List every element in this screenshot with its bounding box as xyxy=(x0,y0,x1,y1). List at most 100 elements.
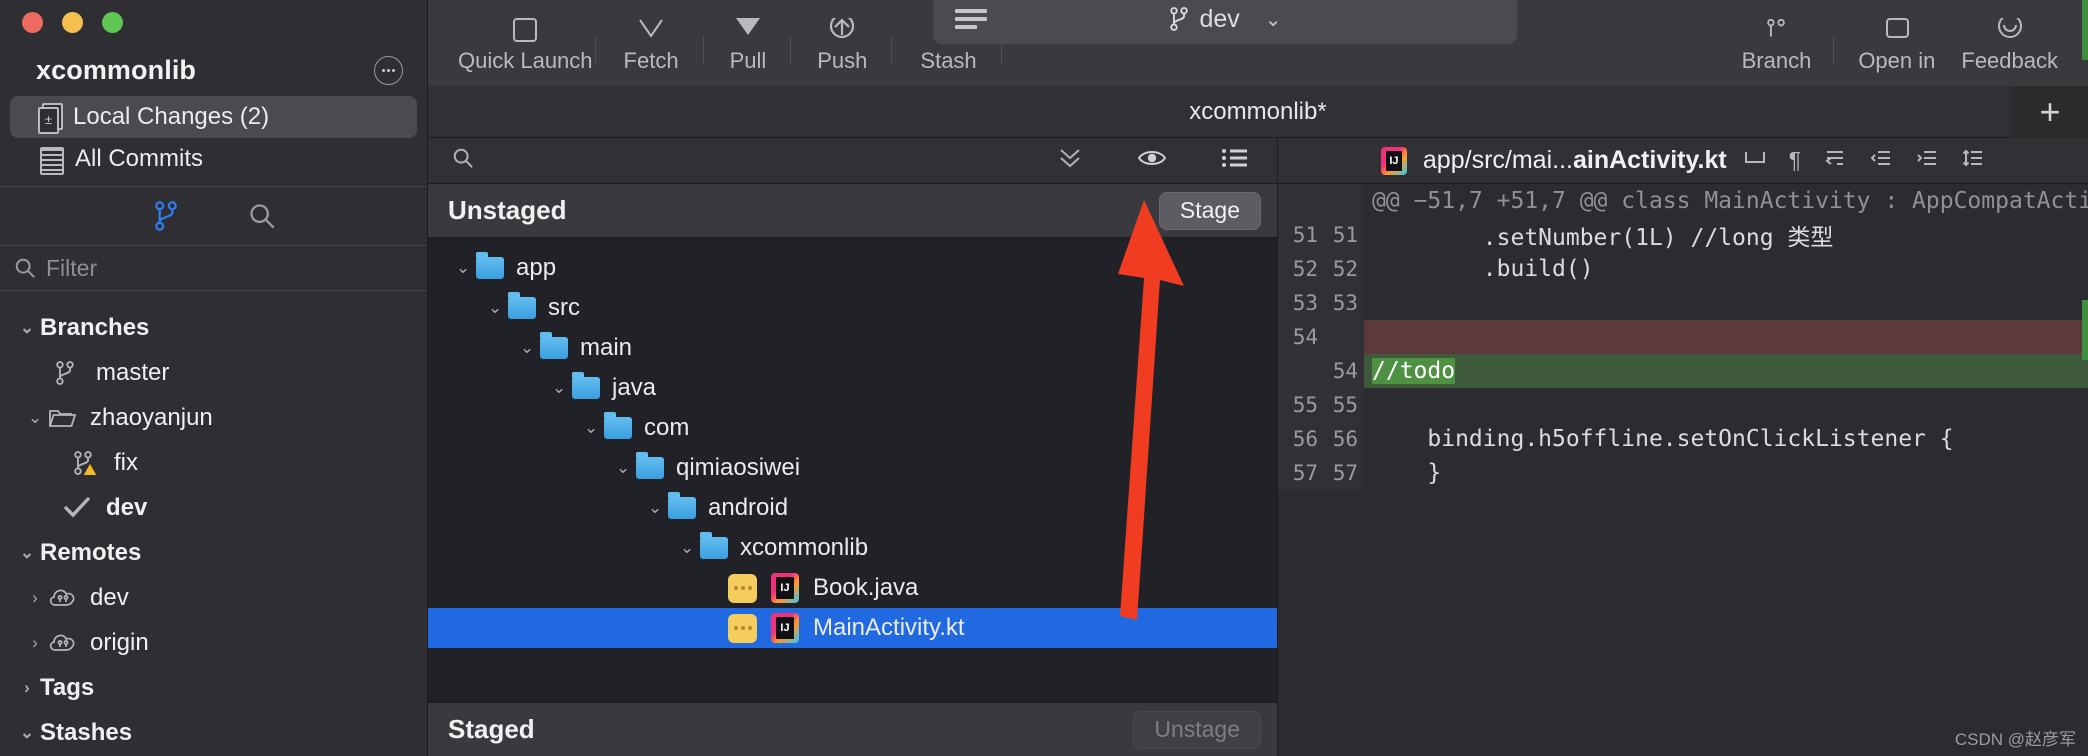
remote-cloud-icon xyxy=(48,631,84,655)
open-in-button[interactable]: Open in xyxy=(1858,18,1935,86)
new-tab-button[interactable]: + xyxy=(2012,86,2088,138)
line-height-icon[interactable] xyxy=(1961,147,1985,174)
diff-path-file: ainActivity.kt xyxy=(1572,146,1727,174)
whitespace-icon[interactable] xyxy=(1823,147,1847,174)
tree-group-remotes[interactable]: ⌄ Remotes xyxy=(0,530,427,575)
stage-button[interactable]: Stage xyxy=(1158,191,1261,230)
search-tab[interactable] xyxy=(245,199,279,233)
file-tree-folder-com[interactable]: ⌄ com xyxy=(428,408,1277,448)
file-tree-folder-src[interactable]: ⌄ src xyxy=(428,288,1277,328)
window-icon xyxy=(1880,18,1914,44)
sidebar-nav: Local Changes (2) All Commits xyxy=(0,96,427,180)
minimize-window-button[interactable] xyxy=(62,11,83,33)
branch-filter-input[interactable]: Filter xyxy=(0,245,427,291)
chevron-down-icon[interactable]: ⌄ xyxy=(482,298,508,318)
main-area: Quick Launch Fetch Pull Push Stash dev ⌄… xyxy=(428,0,2088,756)
chevron-right-icon[interactable]: › xyxy=(14,678,40,698)
folder-icon xyxy=(636,452,664,479)
diff-line-context: 56 56 binding.h5offline.setOnClickListene… xyxy=(1278,422,2088,456)
changes-search-input[interactable] xyxy=(452,147,474,174)
branch-selector-label: dev xyxy=(1199,4,1240,33)
old-line-number: 55 xyxy=(1292,393,1318,417)
chevron-down-icon[interactable]: ⌄ xyxy=(1265,7,1282,32)
unstage-button[interactable]: Unstage xyxy=(1133,710,1261,749)
file-tree-folder-main[interactable]: ⌄ main xyxy=(428,328,1277,368)
feedback-button[interactable]: Feedback xyxy=(1961,18,2058,86)
branch-action-button[interactable]: Branch xyxy=(1741,18,1812,86)
collapse-all-chevrons-icon[interactable] xyxy=(1057,147,1083,174)
chevron-down-icon[interactable]: ⌄ xyxy=(642,498,668,518)
tree-item-dev-local[interactable]: dev xyxy=(0,485,427,530)
commits-list-icon xyxy=(38,145,64,175)
tree-group-branches[interactable]: ⌄ Branches xyxy=(0,305,427,350)
file-tree-folder-xcommonlib[interactable]: ⌄ xcommonlib xyxy=(428,528,1277,568)
chevron-down-icon[interactable]: ⌄ xyxy=(450,258,476,278)
old-line-number: 54 xyxy=(1292,325,1318,349)
tree-folder-zhaoyanjun[interactable]: ⌄ zhaoyanjun xyxy=(0,395,427,440)
decrease-indent-icon[interactable] xyxy=(1869,147,1893,174)
chevron-down-icon[interactable]: ⌄ xyxy=(14,318,40,338)
quick-launch-button[interactable]: Quick Launch xyxy=(458,18,593,86)
diff-scrollbar[interactable] xyxy=(2082,0,2088,756)
file-tree-folder-android[interactable]: ⌄ android xyxy=(428,488,1277,528)
tree-label: master xyxy=(96,358,170,386)
diff-added-token: //todo xyxy=(1372,358,1456,384)
chevron-down-icon[interactable]: ⌄ xyxy=(514,338,540,358)
pull-button[interactable]: Pull xyxy=(729,18,767,86)
eye-icon[interactable] xyxy=(1137,147,1167,174)
repository-tabbar: xcommonlib* + xyxy=(428,86,2088,138)
file-tree-folder-java[interactable]: ⌄ java xyxy=(428,368,1277,408)
sidebar-item-all-commits[interactable]: All Commits xyxy=(10,138,417,180)
file-tree-folder-qimiaosiwei[interactable]: ⌄ qimiaosiwei xyxy=(428,448,1277,488)
diff-line-removed: 54 xyxy=(1278,320,2088,354)
tree-item-master[interactable]: master xyxy=(0,350,427,395)
diff-line-text: binding.h5offline.setOnClickListener { xyxy=(1372,426,1954,452)
folder-icon xyxy=(700,532,728,559)
diff-file-path: app/src/mai...ainActivity.kt xyxy=(1423,146,1727,175)
repository-tab-title[interactable]: xcommonlib* xyxy=(1189,98,1326,126)
chevron-down-icon[interactable]: ⌄ xyxy=(610,458,636,478)
list-view-icon[interactable] xyxy=(1221,147,1249,174)
chevron-down-icon[interactable]: ⌄ xyxy=(22,408,48,428)
chevron-right-icon[interactable]: › xyxy=(22,633,48,653)
intellij-file-icon xyxy=(1380,146,1407,175)
tree-remote-origin[interactable]: › origin xyxy=(0,620,427,665)
new-line-number: 56 xyxy=(1332,427,1358,451)
diff-content[interactable]: @@ −51,7 +51,7 @@ class MainActivity : A… xyxy=(1278,0,2088,756)
line-numbers: 52 52 xyxy=(1278,252,1364,286)
file-tree-item-mainactivity-kt[interactable]: MainActivity.kt xyxy=(428,608,1277,648)
increase-indent-icon[interactable] xyxy=(1915,147,1939,174)
chevron-down-icon[interactable]: ⌄ xyxy=(546,378,572,398)
watermark: CSDN @赵彦军 xyxy=(1954,730,2076,749)
file-tree-folder-app[interactable]: ⌄ app xyxy=(428,248,1277,288)
file-tree-label: android xyxy=(708,494,789,521)
pilcrow-icon[interactable]: ¶ xyxy=(1789,147,1801,174)
wrap-lines-icon[interactable] xyxy=(1743,147,1767,174)
chevron-down-icon[interactable]: ⌄ xyxy=(578,418,604,438)
file-tree-item-book-java[interactable]: Book.java xyxy=(428,568,1277,608)
diff-line-text: //todo xyxy=(1364,354,2088,388)
branches-tab[interactable] xyxy=(149,199,183,233)
tree-remote-dev[interactable]: › dev xyxy=(0,575,427,620)
chevron-down-icon[interactable]: ⌄ xyxy=(674,538,700,558)
fetch-button[interactable]: Fetch xyxy=(624,18,679,86)
tree-label: fix xyxy=(114,448,138,476)
chevron-down-icon[interactable]: ⌄ xyxy=(14,543,40,563)
remote-cloud-icon xyxy=(48,586,84,610)
diff-header-actions: ¶ xyxy=(1743,147,1985,174)
toolbar-label: Pull xyxy=(729,48,767,73)
tree-item-fix[interactable]: fix xyxy=(0,440,427,485)
tree-group-stashes[interactable]: ⌄ Stashes xyxy=(0,710,427,755)
zoom-window-button[interactable] xyxy=(102,11,123,33)
close-window-button[interactable] xyxy=(22,11,43,33)
chevron-right-icon[interactable]: › xyxy=(22,588,48,608)
changes-panel: Unstaged Stage ⌄ app ⌄ src ⌄ main ⌄ java… xyxy=(428,138,1278,756)
branch-selector[interactable]: dev ⌄ xyxy=(933,0,1517,44)
push-button[interactable]: Push xyxy=(817,18,867,86)
toolbar-label: Stash xyxy=(920,48,977,73)
chevron-down-icon[interactable]: ⌄ xyxy=(14,723,40,743)
tree-group-tags[interactable]: › Tags xyxy=(0,665,427,710)
sidebar-item-local-changes[interactable]: Local Changes (2) xyxy=(10,96,417,138)
ellipsis-icon[interactable] xyxy=(374,55,403,85)
toolbar-label: Branch xyxy=(1741,48,1812,73)
